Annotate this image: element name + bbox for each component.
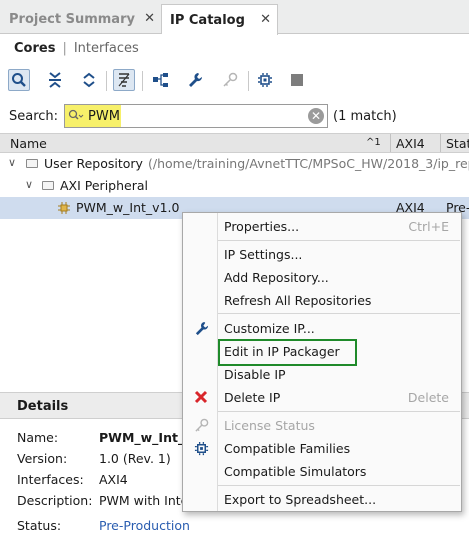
shortcut-properties: Ctrl+E — [408, 219, 449, 234]
menu-item-compatible-families[interactable]: Compatible Families — [224, 441, 350, 456]
folder-icon — [42, 181, 54, 190]
tree-row-user-repository[interactable]: ∨ User Repository (/home/training/AvnetT… — [0, 153, 469, 175]
table-header: Name ^1 AXI4 Stat — [0, 133, 469, 153]
catalog-toolbar — [0, 64, 469, 98]
tree-row-path: (/home/training/AvnetTTC/MPSoC_HW/2018_3… — [148, 156, 469, 171]
shortcut-delete: Delete — [407, 390, 449, 405]
detail-value-version: 1.0 (Rev. 1) — [99, 451, 171, 466]
key-icon — [219, 69, 241, 91]
menu-item-export-spreadsheet[interactable]: Export to Spreadsheet... — [224, 492, 376, 507]
detail-value-interfaces: AXI4 — [99, 472, 128, 487]
context-menu: Properties... Ctrl+E IP Settings... Add … — [182, 212, 462, 512]
menu-item-license-status: License Status — [224, 418, 315, 433]
menu-item-compatible-simulators[interactable]: Compatible Simulators — [224, 464, 366, 479]
column-header-axi4[interactable]: AXI4 — [396, 136, 425, 151]
search-input[interactable]: PWM ✕ — [64, 104, 328, 128]
tab-ip-catalog[interactable]: IP Catalog ✕ — [162, 4, 278, 35]
toolbar-separator — [248, 71, 249, 91]
tree-row-label: PWM_w_Int_v1.0 — [76, 200, 180, 215]
menu-separator — [218, 240, 460, 241]
search-value: PWM — [88, 109, 120, 124]
close-icon[interactable]: ✕ — [260, 12, 271, 27]
detail-label-interfaces: Interfaces: — [17, 472, 84, 487]
detail-value-description: PWM with Inte — [99, 493, 189, 508]
search-icon[interactable] — [8, 69, 30, 91]
menu-item-properties[interactable]: Properties... — [224, 219, 299, 234]
column-divider[interactable] — [390, 134, 391, 152]
menu-item-disable-ip[interactable]: Disable IP — [224, 367, 286, 382]
column-divider[interactable] — [440, 134, 441, 152]
tree-row-label: AXI Peripheral — [60, 178, 148, 193]
menu-item-refresh-repositories[interactable]: Refresh All Repositories — [224, 293, 371, 308]
tree-row-label: User Repository — [44, 156, 143, 171]
detail-label-status: Status: — [17, 518, 62, 533]
wrench-icon[interactable] — [184, 69, 206, 91]
detail-label-description: Description: — [17, 493, 93, 508]
column-header-status[interactable]: Stat — [446, 136, 469, 151]
toolbar-separator — [106, 71, 107, 91]
tab-project-summary[interactable]: Project Summary ✕ — [0, 4, 162, 34]
tree-row-axi-peripheral[interactable]: ∨ AXI Peripheral — [0, 175, 469, 197]
clear-search-icon[interactable]: ✕ — [308, 108, 324, 124]
chip-icon — [193, 440, 209, 456]
match-count: (1 match) — [333, 109, 397, 124]
key-icon — [193, 417, 209, 433]
search-icon — [68, 109, 84, 126]
expand-all-icon[interactable] — [78, 69, 100, 91]
hierarchy-icon[interactable] — [150, 69, 172, 91]
close-icon[interactable]: ✕ — [144, 11, 155, 26]
collapse-all-icon[interactable] — [44, 69, 66, 91]
chevron-down-icon[interactable]: ∨ — [25, 178, 33, 191]
subtab-cores[interactable]: Cores — [14, 41, 55, 56]
detail-label-name: Name: — [17, 430, 59, 445]
folder-icon — [26, 159, 38, 168]
subtab-interfaces[interactable]: Interfaces — [74, 41, 139, 56]
ip-core-icon — [58, 202, 70, 217]
subtab-separator: | — [62, 40, 67, 56]
search-label: Search: — [9, 109, 59, 124]
catalog-subtabs: Cores | Interfaces — [0, 34, 469, 62]
toolbar-separator — [142, 71, 143, 91]
chip-icon[interactable] — [254, 69, 276, 91]
detail-value-status[interactable]: Pre-Production — [99, 518, 190, 533]
stop-icon[interactable] — [286, 69, 308, 91]
details-title: Details — [17, 399, 69, 414]
tab-label: Project Summary — [9, 11, 135, 27]
delete-icon — [193, 389, 209, 405]
menu-item-edit-in-ip-packager[interactable]: Edit in IP Packager — [224, 344, 340, 359]
menu-separator — [218, 485, 460, 486]
sort-indicator: ^1 — [366, 137, 381, 148]
detail-label-version: Version: — [17, 451, 68, 466]
menu-item-add-repository[interactable]: Add Repository... — [224, 270, 329, 285]
search-row: Search: PWM ✕ (1 match) — [0, 101, 469, 131]
tab-label: IP Catalog — [170, 12, 245, 28]
chevron-down-icon[interactable]: ∨ — [8, 156, 16, 169]
wrench-icon — [193, 320, 209, 336]
menu-separator — [218, 313, 460, 314]
menu-item-customize-ip[interactable]: Customize IP... — [224, 321, 315, 336]
editor-tab-bar: Project Summary ✕ IP Catalog ✕ — [0, 0, 469, 35]
filter-icon[interactable] — [113, 69, 135, 91]
detail-value-name: PWM_w_Int_ — [99, 430, 185, 445]
menu-item-ip-settings[interactable]: IP Settings... — [224, 247, 302, 262]
menu-separator — [218, 411, 460, 412]
menu-item-delete-ip[interactable]: Delete IP — [224, 390, 280, 405]
column-header-name[interactable]: Name — [10, 136, 47, 151]
